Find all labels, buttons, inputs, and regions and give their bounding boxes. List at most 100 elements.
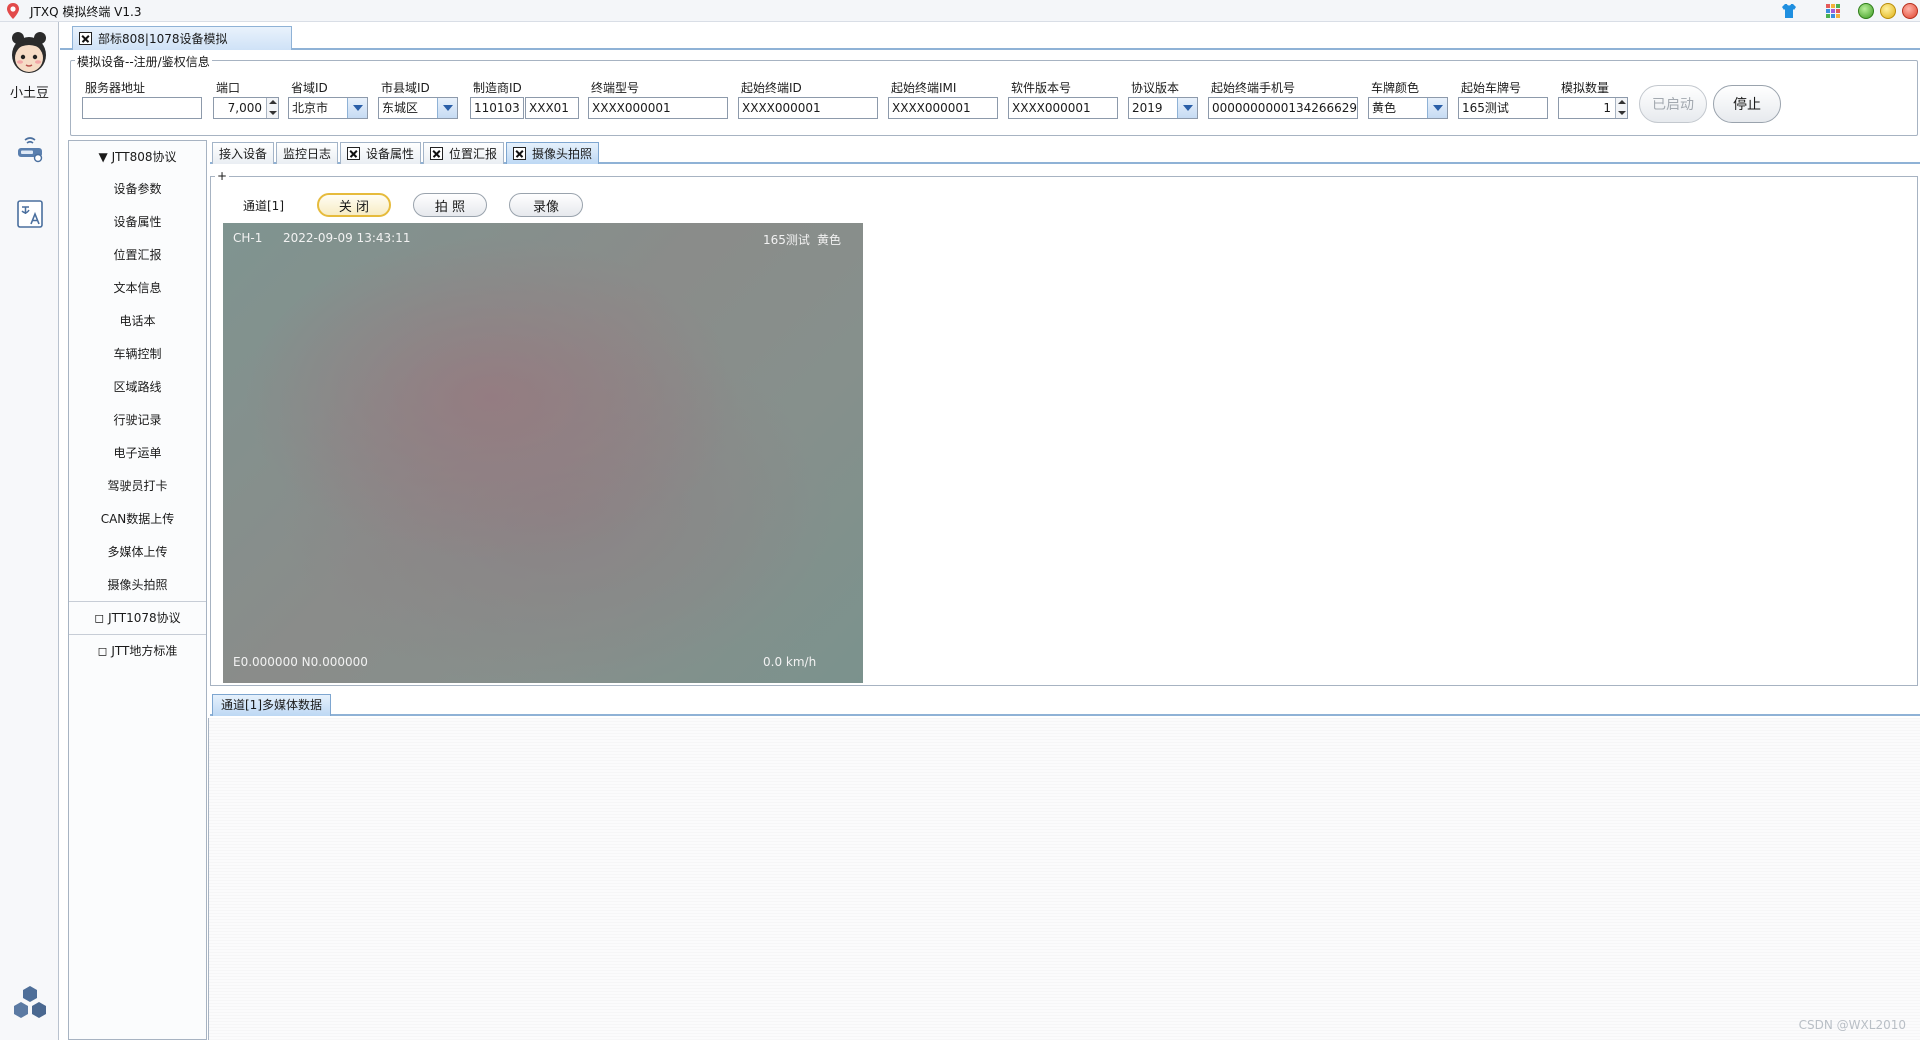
close-icon[interactable] bbox=[1902, 3, 1918, 19]
phone-input[interactable]: 000000000013426662918 bbox=[1208, 97, 1358, 119]
nav-item-area-route[interactable]: 区域路线 bbox=[69, 377, 206, 397]
minimize-icon[interactable] bbox=[1858, 3, 1874, 19]
media-tab-strip: 通道[1]多媒体数据 bbox=[210, 692, 1920, 716]
nav-item-e-waybill[interactable]: 电子运单 bbox=[69, 443, 206, 463]
simulated-device-fieldset: 模拟设备--注册/鉴权信息 服务器地址 端口 7,000 省域ID 北京市 市县… bbox=[70, 53, 1918, 136]
close-camera-button[interactable]: 关 闭 bbox=[317, 193, 391, 217]
port-label: 端口 bbox=[216, 81, 241, 95]
avatar[interactable] bbox=[6, 30, 52, 76]
tab-label: 接入设备 bbox=[219, 147, 268, 161]
tab-label: 部标808|1078设备模拟 bbox=[98, 32, 228, 46]
maximize-icon[interactable] bbox=[1880, 3, 1896, 19]
province-label: 省域ID bbox=[291, 81, 328, 95]
software-input[interactable]: XXXX000001 bbox=[1008, 97, 1118, 119]
maker-suffix-input[interactable]: XXX01 bbox=[525, 97, 579, 119]
close-tab-icon[interactable] bbox=[430, 147, 443, 160]
province-select[interactable]: 北京市 bbox=[288, 97, 368, 119]
plate-input[interactable]: 165测试 bbox=[1458, 97, 1548, 119]
close-tab-icon[interactable] bbox=[513, 147, 526, 160]
nav-group-jtt808[interactable]: ▼ JTT808协议 bbox=[69, 147, 206, 167]
expand-icon[interactable]: + bbox=[215, 169, 230, 183]
city-value: 东城区 bbox=[382, 101, 419, 115]
protocol-nav: ▼ JTT808协议 设备参数 设备属性 位置汇报 文本信息 电话本 车辆控制 … bbox=[68, 140, 207, 1040]
port-input[interactable]: 7,000 bbox=[213, 97, 279, 119]
model-input[interactable]: XXXX000001 bbox=[588, 97, 728, 119]
chevron-down-icon[interactable] bbox=[437, 98, 457, 118]
shirt-icon[interactable] bbox=[1780, 2, 1798, 20]
terminal-id-input[interactable]: XXXX000001 bbox=[738, 97, 878, 119]
nav-item-device-params[interactable]: 设备参数 bbox=[69, 179, 206, 199]
main-tab-strip: 部标808|1078设备模拟 bbox=[60, 22, 1920, 50]
nav-item-camera-photo[interactable]: 摄像头拍照 bbox=[69, 575, 206, 595]
stop-button[interactable]: 停止 bbox=[1713, 85, 1781, 123]
server-label: 服务器地址 bbox=[85, 81, 146, 95]
software-label: 软件版本号 bbox=[1011, 81, 1072, 95]
nav-item-location-report[interactable]: 位置汇报 bbox=[69, 245, 206, 265]
close-tab-icon[interactable] bbox=[79, 32, 92, 45]
plate-label: 起始车牌号 bbox=[1461, 81, 1522, 95]
record-video-button[interactable]: 录像 bbox=[509, 193, 583, 217]
tab-label: 摄像头拍照 bbox=[532, 147, 593, 161]
port-value: 7,000 bbox=[227, 101, 262, 115]
nav-item-text-info[interactable]: 文本信息 bbox=[69, 278, 206, 298]
maker-id-input[interactable]: 110103 bbox=[470, 97, 524, 119]
nav-item-media-upload[interactable]: 多媒体上传 bbox=[69, 542, 206, 562]
tab-camera-photo[interactable]: 摄像头拍照 bbox=[506, 142, 600, 164]
started-button[interactable]: 已启动 bbox=[1639, 85, 1707, 123]
port-stepper[interactable] bbox=[266, 98, 278, 118]
grid-icon[interactable] bbox=[1824, 2, 1842, 20]
overlay-plate-color: 黄色 bbox=[817, 233, 842, 247]
count-label: 模拟数量 bbox=[1561, 81, 1610, 95]
count-value: 1 bbox=[1603, 101, 1611, 115]
chevron-down-icon[interactable] bbox=[347, 98, 367, 118]
nav-group-jtt1078[interactable]: ◻ JTT1078协议 bbox=[69, 601, 206, 633]
translate-icon[interactable] bbox=[14, 198, 46, 230]
nav-item-device-attrs[interactable]: 设备属性 bbox=[69, 212, 206, 232]
city-label: 市县域ID bbox=[381, 81, 430, 95]
tab-label: 设备属性 bbox=[366, 147, 415, 161]
nav-item-driving-record[interactable]: 行驶记录 bbox=[69, 410, 206, 430]
protocol-value: 2019 bbox=[1132, 101, 1163, 115]
plate-color-value: 黄色 bbox=[1372, 101, 1397, 115]
nav-item-driver-checkin[interactable]: 驾驶员打卡 bbox=[69, 476, 206, 496]
overlay-channel: CH-1 bbox=[233, 231, 263, 245]
tab-device-simulation[interactable]: 部标808|1078设备模拟 bbox=[72, 26, 292, 50]
server-input[interactable] bbox=[82, 97, 202, 119]
plate-color-select[interactable]: 黄色 bbox=[1368, 97, 1448, 119]
count-input[interactable]: 1 bbox=[1558, 97, 1628, 119]
imei-label: 起始终端IMI bbox=[891, 81, 957, 95]
protocol-label: 协议版本 bbox=[1131, 81, 1180, 95]
plate-color-label: 车牌颜色 bbox=[1371, 81, 1420, 95]
chevron-down-icon[interactable] bbox=[1427, 98, 1447, 118]
sub-tab-strip: 接入设备 监控日志 设备属性 位置汇报 摄像头拍照 bbox=[210, 142, 1920, 164]
nav-item-phonebook[interactable]: 电话本 bbox=[69, 311, 206, 331]
nav-group-local-standard[interactable]: ◻ JTT地方标准 bbox=[69, 634, 206, 666]
terminal-id-label: 起始终端ID bbox=[741, 81, 802, 95]
protocol-select[interactable]: 2019 bbox=[1128, 97, 1198, 119]
channel-label: 通道[1] bbox=[243, 199, 284, 213]
take-photo-button[interactable]: 拍 照 bbox=[413, 193, 487, 217]
window-title: JTXQ 模拟终端 V1.3 bbox=[30, 5, 142, 19]
tab-access-device[interactable]: 接入设备 bbox=[212, 142, 275, 164]
nav-item-can-upload[interactable]: CAN数据上传 bbox=[69, 509, 206, 529]
imei-input[interactable]: XXXX000001 bbox=[888, 97, 998, 119]
count-stepper[interactable] bbox=[1615, 98, 1627, 118]
camera-video-feed: CH-1 2022-09-09 13:43:11 165测试 黄色 E0.000… bbox=[223, 223, 863, 683]
city-select[interactable]: 东城区 bbox=[378, 97, 458, 119]
title-bar: JTXQ 模拟终端 V1.3 bbox=[0, 0, 1920, 22]
media-data-list[interactable] bbox=[208, 718, 1920, 1040]
nav-item-vehicle-control[interactable]: 车辆控制 bbox=[69, 344, 206, 364]
user-name: 小土豆 bbox=[9, 86, 49, 101]
close-tab-icon[interactable] bbox=[347, 147, 360, 160]
tab-channel-media-data[interactable]: 通道[1]多媒体数据 bbox=[212, 694, 331, 716]
tab-location-report[interactable]: 位置汇报 bbox=[423, 142, 505, 164]
hexagon-cluster-icon[interactable] bbox=[10, 984, 50, 1024]
watermark: CSDN @WXL2010 bbox=[1798, 1018, 1906, 1032]
car-router-icon[interactable] bbox=[14, 134, 46, 166]
overlay-plate: 165测试 bbox=[763, 233, 810, 247]
chevron-down-icon[interactable] bbox=[1177, 98, 1197, 118]
tab-monitor-log[interactable]: 监控日志 bbox=[276, 142, 339, 164]
tab-device-attrs[interactable]: 设备属性 bbox=[340, 142, 422, 164]
tab-label: 监控日志 bbox=[283, 147, 332, 161]
app-pin-icon bbox=[7, 3, 19, 19]
